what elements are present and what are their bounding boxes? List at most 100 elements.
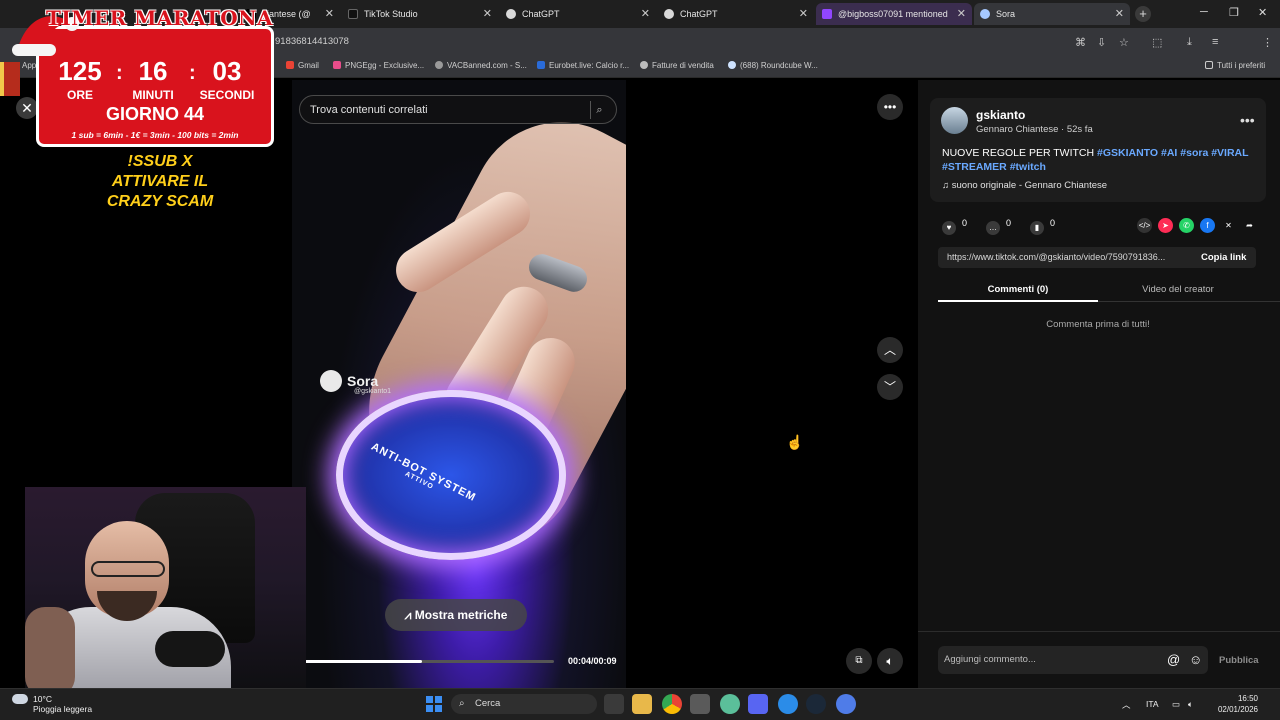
x-icon[interactable]: ✕	[1221, 218, 1236, 233]
bookmark-star-icon[interactable]: ☆	[1119, 36, 1129, 49]
promo-line: CRAZY SCAM	[106, 193, 214, 210]
steam-icon[interactable]	[806, 694, 826, 714]
hashtag-link[interactable]: #VIRAL	[1211, 147, 1248, 159]
task-view-icon[interactable]	[604, 694, 624, 714]
copy-link-button[interactable]: Copia link	[1201, 252, 1246, 263]
volume-icon[interactable]: 🔈︎	[877, 648, 903, 674]
timer-title: TIMER MARATONA	[46, 6, 274, 30]
post-author-meta: Gennaro Chiantese · 52s fa	[976, 124, 1093, 135]
translate-icon[interactable]: ⌘	[1075, 36, 1086, 49]
like-button[interactable]: ♥ 0	[942, 218, 967, 235]
hashtag-link[interactable]: #sora	[1180, 147, 1208, 159]
related-search-input[interactable]: Trova contenuti correlati ⌕	[299, 95, 617, 124]
maximize-icon[interactable]: ❐	[1229, 6, 1239, 19]
bookmark-vacbanned[interactable]: VACBanned.com - S...	[435, 61, 527, 70]
windows-start-icon[interactable]	[426, 696, 442, 712]
video-player[interactable]: ANTI-BOT SYSTEM ATTIVO Sora @gskianto1	[292, 80, 626, 688]
bookmark-apps-partial[interactable]: App	[22, 61, 36, 70]
next-video-button[interactable]: ﹀	[877, 374, 903, 400]
close-viewer-button[interactable]: ✕	[16, 97, 38, 119]
close-tab-icon[interactable]: ✕	[1115, 3, 1124, 25]
previous-video-button[interactable]: ︿	[877, 337, 903, 363]
avatar[interactable]	[941, 107, 968, 134]
browser-menu-icon[interactable]: ⋮	[1262, 36, 1273, 49]
hashtag-link[interactable]: #GSKIANTO	[1097, 147, 1158, 159]
bookmark-eurobet[interactable]: Eurobet.live: Calcio r...	[537, 61, 629, 70]
extensions-icon[interactable]: ⬚	[1152, 36, 1162, 49]
embed-icon[interactable]: </>	[1137, 218, 1152, 233]
close-tab-icon[interactable]: ✕	[325, 3, 334, 25]
bookmark-fatture[interactable]: Fatture di vendita	[640, 61, 714, 70]
show-metrics-button[interactable]: ⩘ Mostra metriche	[385, 599, 527, 631]
save-count: 0	[1050, 218, 1056, 228]
new-tab-button[interactable]: +	[1135, 6, 1151, 22]
save-button[interactable]: ▮ 0	[1030, 218, 1055, 235]
marathon-day: GIORNO 44	[105, 104, 205, 124]
tab-comments[interactable]: Commenti (0)	[938, 284, 1098, 295]
close-tab-icon[interactable]: ✕	[483, 3, 492, 25]
system-clock[interactable]: 16:50 02/01/2026	[1206, 693, 1258, 715]
post-more-icon[interactable]: •••	[1240, 112, 1255, 128]
close-tab-icon[interactable]: ✕	[799, 3, 808, 25]
facebook-icon[interactable]: f	[1200, 218, 1215, 233]
speaker-icon[interactable]: 🔈︎	[1188, 699, 1193, 710]
mention-icon[interactable]: @	[1167, 652, 1180, 667]
app-icon[interactable]	[778, 694, 798, 714]
comment-button[interactable]: … 0	[986, 218, 1011, 235]
comment-placeholder: Aggiungi commento...	[944, 654, 1036, 665]
tab-label: ChatGPT	[522, 9, 560, 19]
weather-widget[interactable]: 10°C Pioggia leggera	[12, 694, 92, 714]
post-username[interactable]: gskianto	[976, 108, 1025, 122]
bookmark-pngegg[interactable]: PNGEgg - Exclusive...	[333, 61, 424, 70]
window-close-icon[interactable]: ✕	[1258, 6, 1267, 19]
close-tab-icon[interactable]: ✕	[957, 3, 966, 25]
bookmark-gmail[interactable]: Gmail	[286, 61, 319, 70]
search-icon[interactable]: ⌕	[590, 101, 608, 119]
downloads-icon[interactable]: ⤓	[1187, 36, 1192, 49]
install-app-icon[interactable]: ⇩	[1097, 36, 1106, 49]
original-sound[interactable]: ♫ suono originale - Gennaro Chiantese	[942, 180, 1107, 191]
tab-sora[interactable]: Sora ✕	[974, 3, 1130, 25]
metrics-label: Mostra metriche	[414, 608, 508, 622]
hashtag-link[interactable]: #AI	[1161, 147, 1177, 159]
floating-player-icon[interactable]: ⧉	[846, 648, 872, 674]
send-icon[interactable]: ➤	[1158, 218, 1173, 233]
app-icon[interactable]	[836, 694, 856, 714]
reading-list-icon[interactable]: ≡	[1212, 36, 1218, 48]
hashtag-link[interactable]: #STREAMER	[942, 161, 1007, 173]
comment-icon: …	[986, 221, 1000, 235]
more-options-button[interactable]: •••	[877, 94, 903, 120]
whatsapp-icon[interactable]: ✆	[1179, 218, 1194, 233]
url-text[interactable]: 91836814413078	[275, 36, 349, 47]
tattooed-arm-image	[25, 607, 75, 689]
microphone-image	[155, 631, 225, 667]
discord-icon[interactable]	[748, 694, 768, 714]
network-icon[interactable]: ▭	[1172, 699, 1180, 710]
hashtag-link[interactable]: #twitch	[1010, 161, 1046, 173]
bookmark-label: Eurobet.live: Calcio r...	[549, 61, 630, 70]
emoji-icon[interactable]: ☺	[1189, 652, 1202, 667]
search-icon: ⌕	[459, 698, 465, 709]
language-indicator[interactable]: ITA	[1146, 699, 1159, 709]
taskbar-search[interactable]: ⌕ Cerca	[451, 694, 597, 714]
sound-label: suono originale - Gennaro Chiantese	[951, 180, 1108, 191]
minimize-icon[interactable]: ─	[1200, 6, 1208, 18]
chrome-icon[interactable]	[662, 694, 682, 714]
tab-twitch-mention[interactable]: @bigboss07091 mentioned ✕	[816, 3, 972, 25]
tab-tiktok-studio[interactable]: TikTok Studio ✕	[342, 3, 498, 25]
share-arrow-icon[interactable]: ➦	[1242, 218, 1257, 233]
tab-creator-videos[interactable]: Video del creator	[1098, 284, 1258, 295]
tray-expand-icon[interactable]: ︿	[1122, 699, 1131, 711]
tab-chatgpt-2[interactable]: ChatGPT ✕	[658, 3, 814, 25]
file-explorer-icon[interactable]	[632, 694, 652, 714]
close-tab-icon[interactable]: ✕	[641, 3, 650, 25]
video-progress-bar[interactable]	[305, 660, 554, 663]
tab-chatgpt-1[interactable]: ChatGPT ✕	[500, 3, 656, 25]
publish-comment-button[interactable]: Pubblica	[1219, 655, 1259, 666]
folder-icon	[1205, 61, 1213, 69]
all-bookmarks[interactable]: Tutti i preferiti	[1205, 61, 1265, 70]
bookmark-roundcube[interactable]: (688) Roundcube W...	[728, 61, 818, 70]
app-icon[interactable]	[720, 694, 740, 714]
app-icon[interactable]	[690, 694, 710, 714]
tab-label: Sora	[996, 9, 1016, 19]
